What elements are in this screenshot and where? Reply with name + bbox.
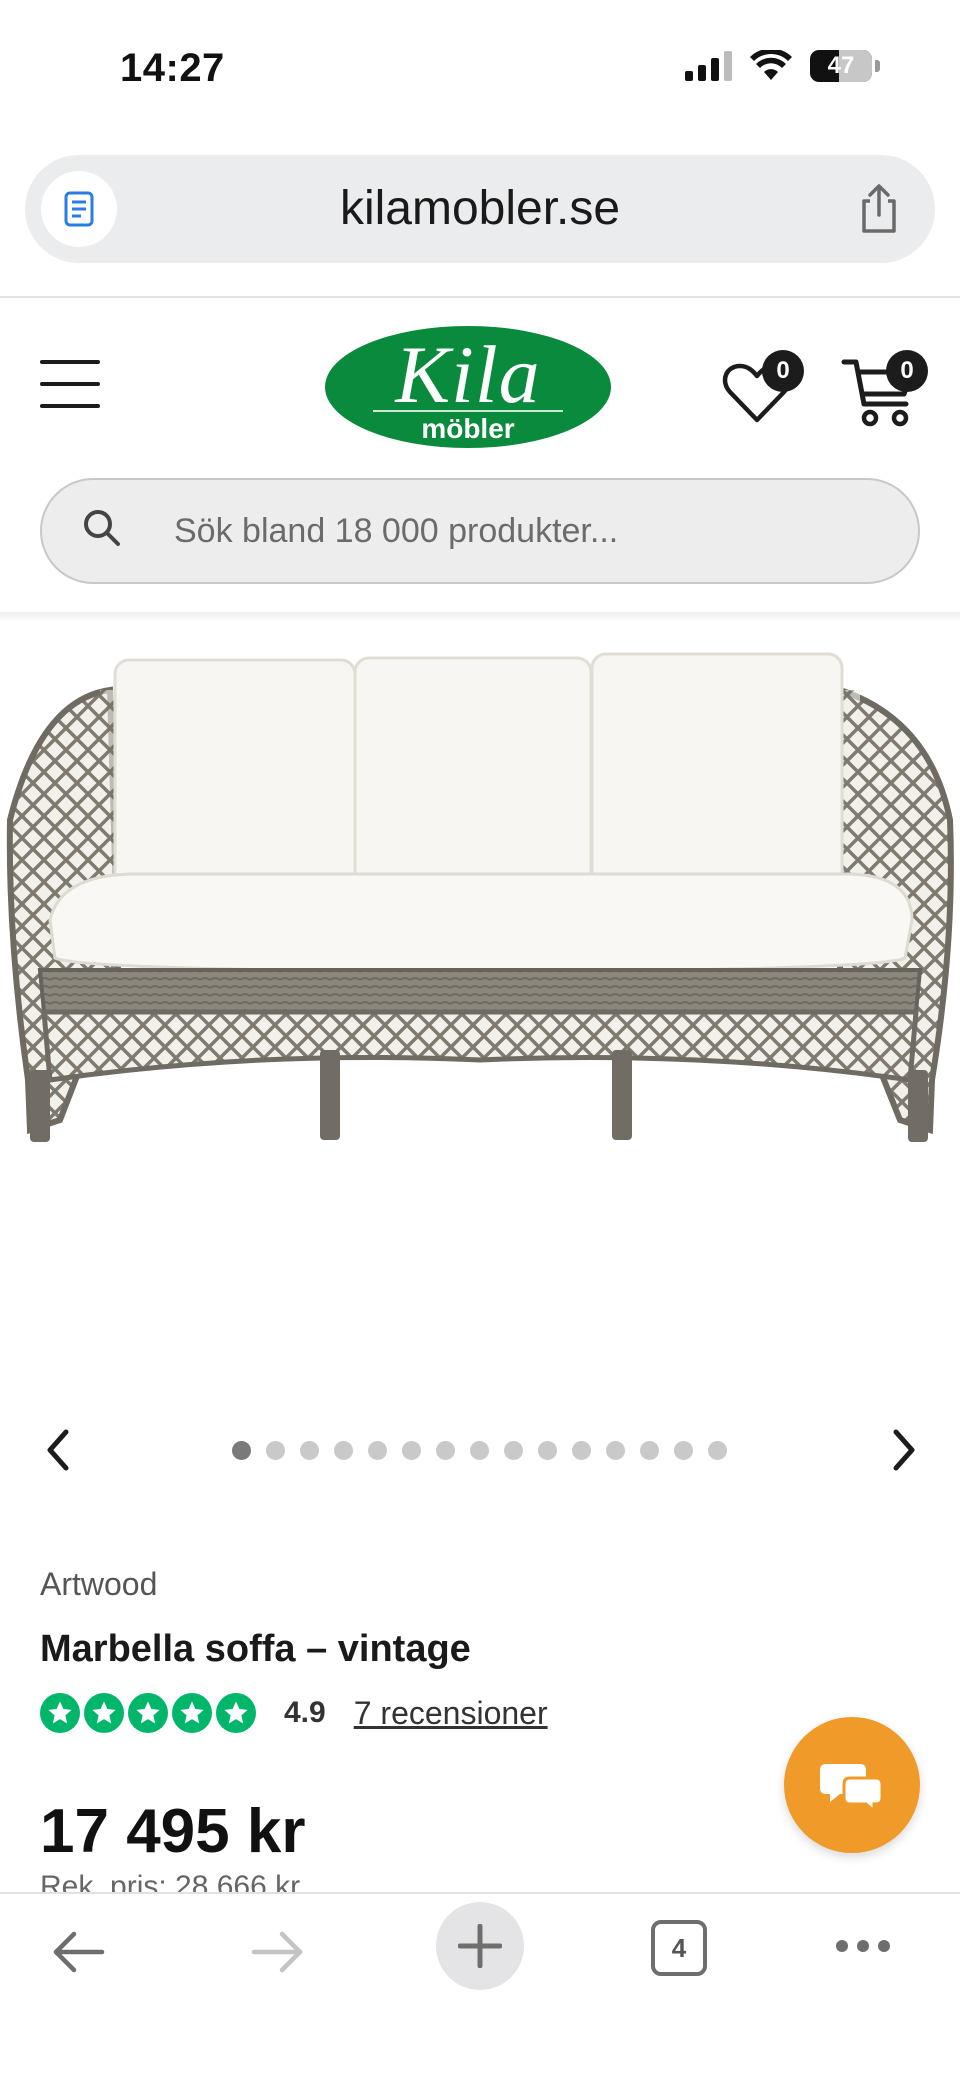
share-icon[interactable] (853, 183, 905, 235)
status-bar: 14:27 47 (0, 0, 960, 140)
carousel-dot[interactable] (640, 1441, 659, 1460)
battery-icon: 47 (810, 50, 872, 82)
star-icon (40, 1693, 80, 1733)
wishlist-button[interactable]: 0 (722, 350, 806, 430)
carousel-dot[interactable] (266, 1441, 285, 1460)
carousel-dot[interactable] (300, 1441, 319, 1460)
status-icons: 47 (685, 50, 880, 82)
battery-level: 47 (827, 52, 855, 79)
reviews-link[interactable]: 7 recensioner (354, 1695, 548, 1732)
product-title: Marbella soffa – vintage (40, 1628, 471, 1670)
carousel-dot[interactable] (232, 1441, 251, 1460)
carousel-dot[interactable] (572, 1441, 591, 1460)
plus-icon (458, 1924, 502, 1968)
star-icon (216, 1693, 256, 1733)
product-price: 17 495 kr (40, 1797, 306, 1866)
carousel-dot[interactable] (538, 1441, 557, 1460)
carousel-dot[interactable] (402, 1441, 421, 1460)
star-icon (172, 1693, 212, 1733)
carousel-dots (232, 1441, 727, 1460)
tabs-button[interactable]: 4 (651, 1920, 707, 1976)
search-input[interactable] (134, 480, 894, 582)
star-icon (128, 1693, 168, 1733)
carousel-prev-icon[interactable] (40, 1428, 76, 1472)
browser-toolbar: 4 (0, 1892, 960, 2081)
rating-row: 4.9 7 recensioner (40, 1692, 548, 1734)
wishlist-count-badge: 0 (762, 350, 804, 392)
carousel-dot[interactable] (504, 1441, 523, 1460)
carousel-dot[interactable] (436, 1441, 455, 1460)
forward-arrow-icon[interactable] (250, 1924, 306, 1980)
chat-icon (820, 1764, 884, 1812)
rating-value: 4.9 (284, 1696, 326, 1729)
cellular-signal-icon (685, 51, 732, 81)
back-arrow-icon[interactable] (50, 1924, 106, 1980)
logo-sub-text: möbler (421, 413, 515, 444)
carousel-dot[interactable] (606, 1441, 625, 1460)
product-brand[interactable]: Artwood (40, 1566, 157, 1603)
carousel-dot[interactable] (334, 1441, 353, 1460)
kila-logo[interactable]: Kila möbler (325, 326, 611, 448)
header-shadow (0, 612, 960, 622)
logo-main-text: Kila (395, 329, 541, 420)
cart-count-badge: 0 (886, 350, 928, 392)
rating-stars (40, 1693, 256, 1733)
new-tab-button[interactable] (436, 1902, 524, 1990)
carousel-dot[interactable] (674, 1441, 693, 1460)
star-icon (84, 1693, 124, 1733)
divider (0, 296, 960, 298)
search-bar[interactable] (40, 478, 920, 584)
recommended-price: Rek. pris: 28 666 kr (40, 1870, 301, 1894)
carousel-dot[interactable] (368, 1441, 387, 1460)
cart-button[interactable]: 0 (840, 346, 930, 432)
product-image[interactable] (0, 640, 960, 1160)
status-time: 14:27 (120, 46, 225, 90)
search-icon (84, 510, 120, 546)
more-menu-icon[interactable] (836, 1940, 890, 1952)
carousel-next-icon[interactable] (886, 1428, 922, 1472)
chat-button[interactable] (784, 1717, 920, 1853)
carousel-dot[interactable] (470, 1441, 489, 1460)
menu-button[interactable] (40, 360, 100, 408)
carousel-dot[interactable] (708, 1441, 727, 1460)
address-bar[interactable]: kilamobler.se (25, 155, 935, 263)
url-text[interactable]: kilamobler.se (25, 181, 935, 236)
wifi-icon (750, 50, 792, 80)
